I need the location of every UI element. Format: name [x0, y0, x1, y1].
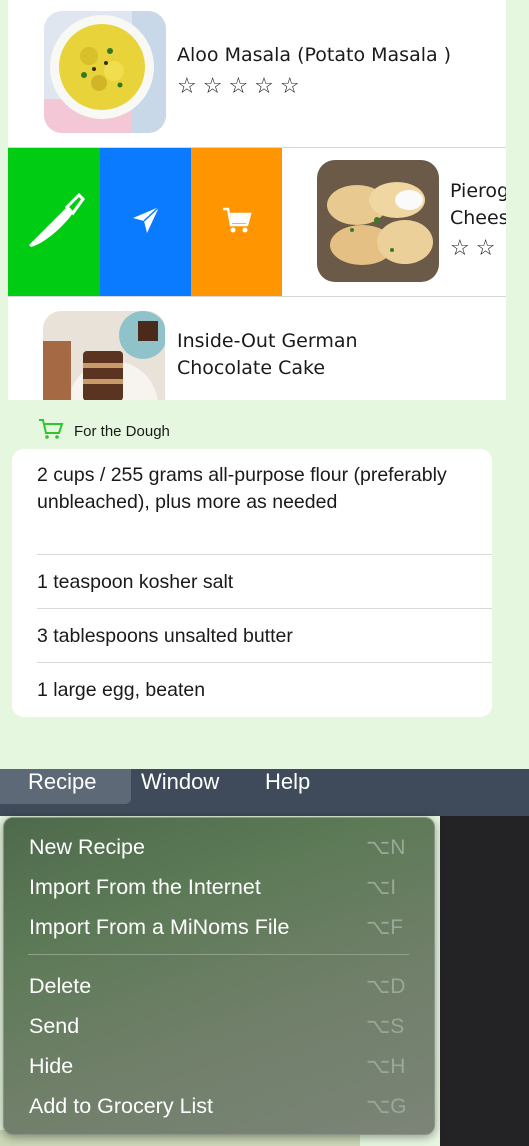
- cart-icon: [38, 418, 64, 445]
- star-rating[interactable]: ☆☆☆☆☆: [177, 74, 306, 99]
- recipe-title: Aloo Masala (Potato Masala ): [177, 44, 452, 66]
- section-title: For the Dough: [74, 423, 170, 440]
- menu-item-send[interactable]: Send: [29, 1014, 79, 1039]
- knife-icon: [19, 185, 89, 260]
- grocery-section-header: For the Dough: [38, 418, 170, 445]
- cart-action-button[interactable]: [191, 148, 282, 296]
- recipe-list: Aloo Masala (Potato Masala ) ☆☆☆☆☆ Piero…: [8, 0, 506, 400]
- knife-action-button[interactable]: [8, 148, 100, 296]
- ingredient-divider: [37, 662, 492, 663]
- menu-help[interactable]: Help: [265, 769, 310, 804]
- shortcut-label: ⌥D: [366, 975, 406, 998]
- recipe-thumbnail: [43, 311, 165, 400]
- ingredient-item[interactable]: 2 cups / 255 grams all-purpose flour (pr…: [37, 462, 467, 516]
- recipe-thumbnail: [317, 160, 439, 282]
- recipe-thumbnail: [44, 11, 166, 133]
- recipe-row-aloo-masala[interactable]: Aloo Masala (Potato Masala ) ☆☆☆☆☆: [8, 0, 506, 147]
- send-action-button[interactable]: [100, 148, 191, 296]
- ingredient-item[interactable]: 1 teaspoon kosher salt: [37, 569, 467, 596]
- recipe-row-chocolate-cake[interactable]: Inside-Out German Chocolate Cake: [8, 297, 506, 400]
- recipe-title-line2: Chocolate Cake: [177, 357, 326, 379]
- menu-window[interactable]: Window: [141, 769, 219, 804]
- menu-item-import-minoms[interactable]: Import From a MiNoms File: [29, 915, 289, 940]
- ingredient-divider: [37, 608, 492, 609]
- ingredient-item[interactable]: 3 tablespoons unsalted butter: [37, 623, 467, 650]
- menu-item-delete[interactable]: Delete: [29, 974, 91, 999]
- ingredients-card: 2 cups / 255 grams all-purpose flour (pr…: [12, 449, 492, 717]
- shortcut-label: ⌥I: [366, 876, 397, 899]
- ingredient-divider: [37, 554, 492, 555]
- shortcut-label: ⌥F: [366, 916, 404, 939]
- shortcut-label: ⌥S: [366, 1015, 405, 1038]
- menu-item-add-to-grocery-list[interactable]: Add to Grocery List: [29, 1094, 213, 1119]
- ingredient-item[interactable]: 1 large egg, beaten: [37, 677, 467, 704]
- recipe-title-line1: Inside-Out German: [177, 330, 358, 352]
- menu-item-hide[interactable]: Hide: [29, 1054, 73, 1079]
- menu-item-import-internet[interactable]: Import From the Internet: [29, 875, 261, 900]
- recipe-dropdown-menu: New Recipe ⌥N Import From the Internet ⌥…: [3, 817, 435, 1135]
- shortcut-label: ⌥N: [366, 836, 406, 859]
- shortcut-label: ⌥G: [366, 1095, 407, 1118]
- recipe-title-line1: Pierog: [450, 180, 506, 202]
- recipe-row-pierogi[interactable]: Pierog Chees ☆☆: [282, 148, 506, 296]
- star-rating[interactable]: ☆☆: [450, 236, 501, 261]
- send-icon: [131, 205, 161, 240]
- background-window: [440, 816, 529, 1146]
- menu-recipe[interactable]: Recipe: [28, 769, 96, 804]
- cart-icon: [221, 205, 253, 240]
- menu-item-new-recipe[interactable]: New Recipe: [29, 835, 145, 860]
- shortcut-label: ⌥H: [366, 1055, 406, 1078]
- menu-separator: [28, 954, 409, 955]
- recipe-title-line2: Chees: [450, 207, 506, 229]
